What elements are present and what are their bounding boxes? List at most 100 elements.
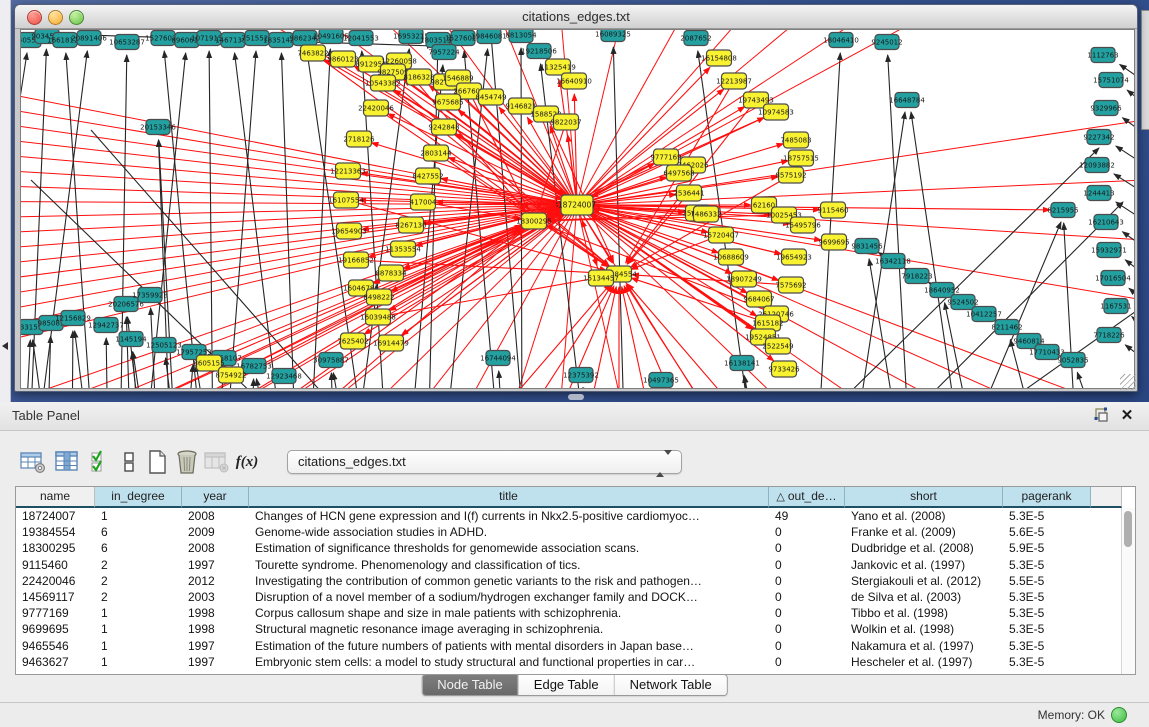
graph-node[interactable]: 9733426	[768, 361, 800, 377]
column-header-in_degree[interactable]: in_degree	[95, 487, 182, 508]
table-row[interactable]: 1938455462009Genome-wide association stu…	[16, 524, 1135, 540]
graph-node[interactable]: 15720407	[703, 227, 739, 243]
graph-node[interactable]: 9242848	[428, 119, 459, 135]
tab-network-table[interactable]: Network Table	[614, 675, 727, 695]
graph-node[interactable]: 8498222	[363, 289, 394, 305]
graph-node[interactable]: 7957224	[428, 45, 460, 60]
graph-node[interactable]: 20891406	[71, 31, 107, 46]
column-header-pagerank[interactable]: pagerank	[1003, 487, 1091, 508]
graph-node[interactable]: 1112763	[1087, 48, 1118, 63]
graph-node[interactable]: 9245012	[871, 35, 902, 50]
column-header-title[interactable]: title	[249, 487, 769, 508]
graph-node[interactable]: 1167531	[1100, 299, 1131, 314]
graph-node[interactable]: 8878334	[375, 265, 407, 281]
graph-node[interactable]: 18046410	[823, 33, 859, 48]
graph-node[interactable]: 8427552	[412, 168, 443, 184]
graph-node[interactable]: 16342118	[875, 254, 911, 269]
graph-node[interactable]: 22420046	[358, 100, 394, 116]
table-row[interactable]: 1830029562008Estimation of significance …	[16, 540, 1135, 556]
create-column-button[interactable]	[142, 446, 172, 478]
close-panel-button[interactable]: ✕	[1117, 407, 1137, 425]
graph-node[interactable]: 2803144	[420, 145, 452, 161]
graph-node[interactable]: 7486332	[690, 206, 721, 222]
graph-node[interactable]: 9699695	[818, 234, 849, 250]
graph-node[interactable]: 17016504	[1095, 271, 1131, 286]
graph-node[interactable]: 8575192	[775, 167, 806, 183]
delete-column-button[interactable]	[172, 446, 202, 478]
graph-node[interactable]: 10497365	[643, 373, 679, 388]
float-panel-button[interactable]	[1091, 407, 1111, 425]
graph-node[interactable]: 8754922	[215, 367, 246, 383]
table-mode-button[interactable]	[18, 446, 48, 478]
graph-node[interactable]: 2536441	[673, 185, 704, 201]
graph-node[interactable]: 9860123	[327, 51, 358, 67]
graph-node[interactable]: 12923468	[266, 369, 302, 384]
graph-node[interactable]: 7463822	[297, 45, 328, 61]
show-columns-button[interactable]	[52, 446, 82, 478]
graph-node[interactable]: 16914479	[373, 335, 409, 351]
graph-node[interactable]: 9052835	[1057, 353, 1088, 368]
graph-node[interactable]: 7625402	[337, 333, 368, 349]
graph-node[interactable]: 10688609	[713, 249, 749, 265]
table-selector-dropdown[interactable]: citations_edges.txt	[287, 450, 682, 474]
table-row[interactable]: 969969511998Structural magnetic resonanc…	[16, 621, 1135, 637]
graph-node[interactable]: 1145194	[115, 332, 147, 347]
graph-node[interactable]: 9684067	[743, 291, 774, 307]
table-row[interactable]: 946554611997Estimation of the future num…	[16, 638, 1135, 654]
memory-indicator[interactable]	[1111, 707, 1127, 723]
vertical-scrollbar[interactable]	[1121, 508, 1135, 674]
scrollbar-thumb[interactable]	[1124, 511, 1132, 547]
graph-node[interactable]: 9831456	[851, 239, 883, 254]
graph-node[interactable]: 16640910	[556, 73, 592, 89]
graph-node[interactable]: 9115460	[817, 202, 848, 218]
column-header-year[interactable]: year	[182, 487, 249, 508]
tab-edge-table[interactable]: Edge Table	[518, 675, 614, 695]
graph-node[interactable]: 8215955	[1047, 203, 1078, 218]
table-row[interactable]: 977716911998Corpus callosum shape and si…	[16, 605, 1135, 621]
compact-rows-button[interactable]	[114, 446, 144, 478]
graph-node[interactable]: 16744094	[480, 351, 516, 366]
delete-table-button[interactable]	[202, 446, 232, 478]
graph-node[interactable]: 16107554	[328, 192, 364, 208]
graph-node[interactable]: 16648784	[889, 93, 925, 108]
graph-node[interactable]: 16154808	[701, 50, 737, 66]
graph-node[interactable]: 15134457	[583, 270, 619, 286]
window-resize-grip[interactable]	[1120, 374, 1136, 390]
graph-node[interactable]: 6497568	[663, 165, 694, 181]
graph-node[interactable]: 2087652	[680, 31, 711, 46]
graph-node[interactable]: 16138141	[724, 356, 760, 371]
column-header-name[interactable]: name	[16, 487, 95, 508]
table-row[interactable]: 2242004622012Investigating the contribut…	[16, 573, 1135, 589]
graph-node[interactable]: 16210643	[1088, 215, 1124, 230]
graph-node[interactable]: 7918223	[901, 269, 932, 284]
function-builder-button[interactable]: f(x)	[232, 446, 262, 478]
graph-node[interactable]: 7485083	[780, 132, 811, 148]
graph-node[interactable]: 2522549	[762, 338, 793, 354]
graph-node[interactable]: 12213987	[716, 73, 752, 89]
graph-node[interactable]: 15495796	[785, 217, 821, 233]
graph-node[interactable]: 8813054	[505, 30, 537, 43]
graph-node[interactable]: 12942737	[88, 318, 124, 333]
graph-node[interactable]: 9822037	[550, 114, 581, 130]
graph-node[interactable]: 7718226	[1093, 328, 1125, 343]
graph-node[interactable]: 15932971	[1091, 243, 1127, 258]
tab-node-table[interactable]: Node Table	[422, 675, 518, 695]
graph-node[interactable]: 19654903	[331, 223, 367, 239]
graph-node[interactable]: 17359928	[132, 288, 168, 303]
graph-node[interactable]: 11353554	[385, 241, 421, 257]
graph-node[interactable]: 12213363	[330, 163, 366, 179]
graph-node[interactable]: 18907249	[726, 271, 762, 287]
graph-node[interactable]: 19166852	[338, 252, 374, 268]
graph-node[interactable]: 16039488	[360, 309, 396, 325]
graph-node[interactable]: 1244413	[1083, 186, 1114, 201]
table-row[interactable]: 1456911722003Disruption of a novel membe…	[16, 589, 1135, 605]
graph-node[interactable]: 16089325	[595, 30, 631, 42]
graph-node[interactable]: 19654923	[776, 249, 812, 265]
graph-node[interactable]: 18757515	[783, 150, 819, 166]
graph-node[interactable]: 8267130	[395, 217, 426, 233]
graph-node[interactable]: 9675685	[432, 94, 463, 110]
graph-node[interactable]: 12093882	[1079, 158, 1115, 173]
graph-node[interactable]: 18724007	[558, 195, 596, 215]
graph-node[interactable]: 7575692	[775, 277, 806, 293]
graph-node[interactable]: 12156829	[55, 311, 91, 326]
